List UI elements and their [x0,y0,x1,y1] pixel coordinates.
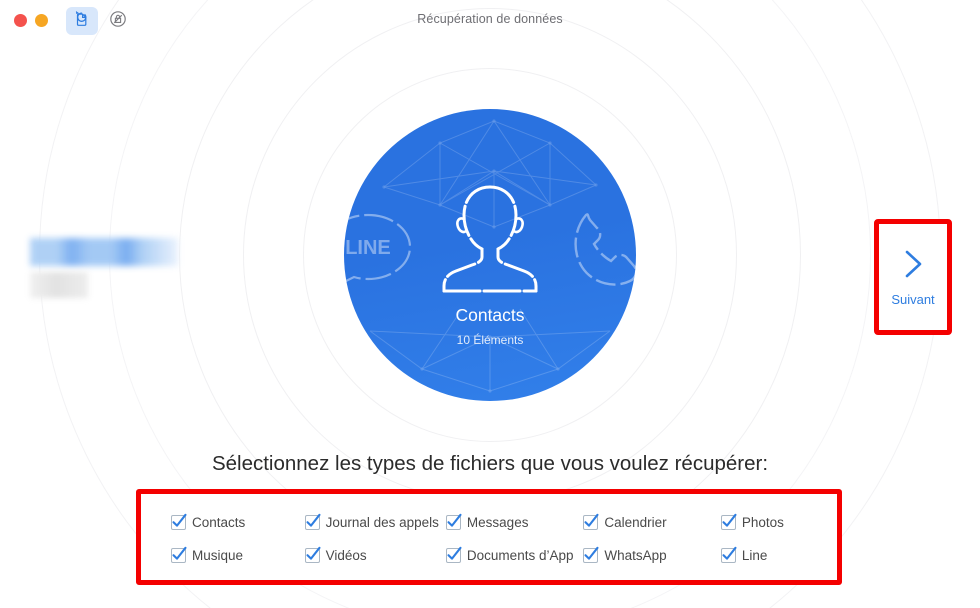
checkbox-line[interactable]: Line [720,546,837,563]
file-types-row: Contacts Journal des appels Messages Cal… [171,506,837,539]
checkbox-checked-icon [171,513,187,530]
checkbox-app-documents[interactable]: Documents d’App [445,546,583,563]
title-bar: Récupération de données [0,0,980,44]
checkbox-checked-icon [583,513,599,530]
line-bubble-icon: LINE [344,209,414,294]
checkbox-checked-icon [720,546,737,563]
contacts-orb[interactable]: LINE Contacts 10 Éléments [344,109,636,401]
checkbox-checked-icon [304,546,321,563]
checkbox-checked-icon [720,513,737,530]
device-sub-blurred [30,272,88,298]
checkbox-whatsapp[interactable]: WhatsApp [583,546,720,563]
checkbox-photos[interactable]: Photos [720,513,837,530]
checkbox-label: Vidéos [325,548,367,563]
checkbox-checked-icon [445,513,462,530]
checkbox-messages[interactable]: Messages [445,513,583,530]
file-types-row: Musique Vidéos Documents d’App WhatsApp … [171,539,837,572]
chevron-right-icon [898,247,928,286]
checkbox-label: WhatsApp [604,548,667,563]
checkbox-checked-icon [583,546,599,563]
next-button[interactable]: Suivant [879,224,947,330]
window-title: Récupération de données [417,12,563,26]
checkbox-checked-icon [445,546,462,563]
file-types-highlight-group: Contacts Journal des appels Messages Cal… [136,489,842,585]
checkbox-music[interactable]: Musique [171,546,305,563]
checkbox-label: Photos [741,515,784,530]
checkbox-label: Journal des appels [325,515,439,530]
orb-title: Contacts [455,305,525,325]
svg-text:LINE: LINE [345,237,391,259]
checkbox-label: Messages [466,515,529,530]
checkbox-label: Documents d’App [466,548,574,563]
page-heading: Sélectionnez les types de fichiers que v… [211,452,769,475]
checkbox-label: Line [741,548,768,563]
checkbox-label: Musique [192,548,244,563]
checkbox-label: Contacts [192,515,246,530]
checkbox-contacts[interactable]: Contacts [171,513,305,530]
checkbox-label: Calendrier [604,515,667,530]
checkbox-calendar[interactable]: Calendrier [583,513,720,530]
next-button-highlight-group: Suivant [874,219,952,335]
data-recovery-window: Récupération de données LINE Contacts 10… [0,0,980,608]
checkbox-videos[interactable]: Vidéos [304,546,446,563]
checkbox-call-log[interactable]: Journal des appels [304,513,446,530]
orb-count: 10 Éléments [456,333,524,347]
person-outline-icon [438,181,542,298]
checkbox-checked-icon [304,513,321,530]
phone-handset-icon [564,205,636,298]
file-types-panel: Contacts Journal des appels Messages Cal… [141,494,837,580]
device-name-blurred [30,238,178,266]
next-button-label: Suivant [891,292,935,307]
checkbox-checked-icon [171,546,187,563]
